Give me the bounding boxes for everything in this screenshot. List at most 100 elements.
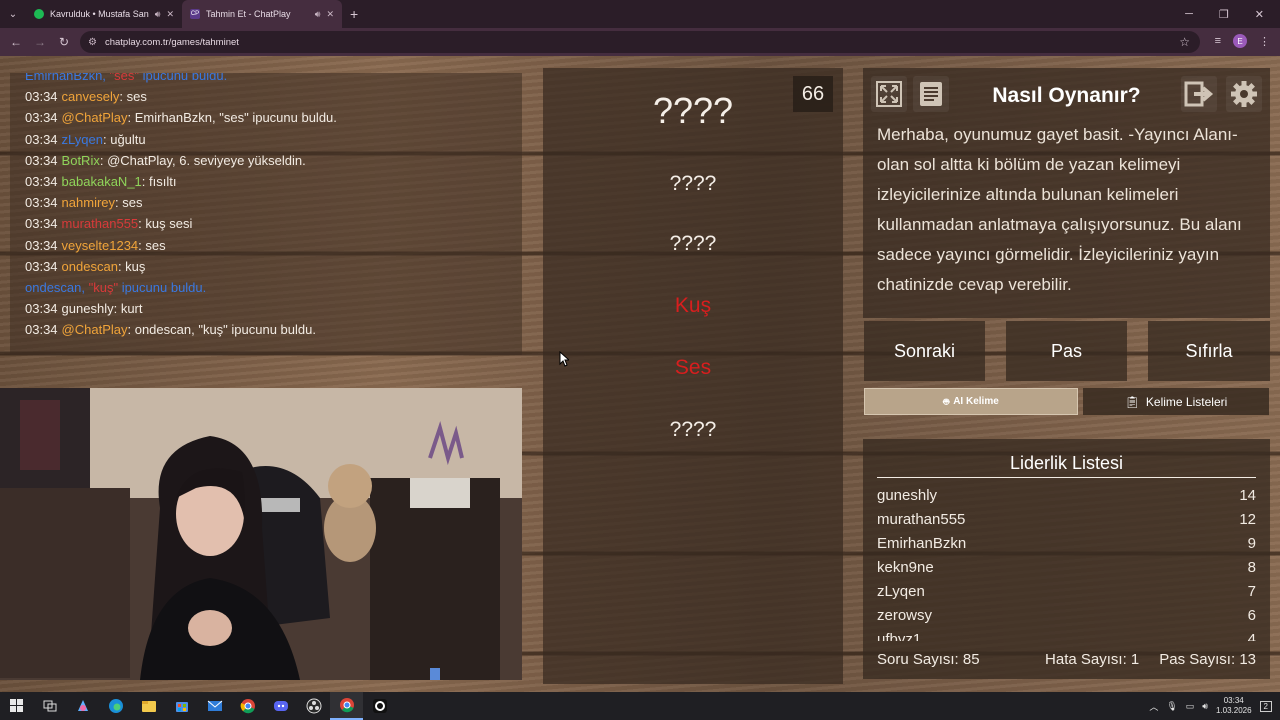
close-tab-icon[interactable]: ✕: [166, 9, 174, 20]
address-bar[interactable]: ⚙︎ chatplay.com.tr/games/tahminet ☆: [80, 31, 1200, 53]
speaker-icon[interactable]: 🔊︎: [315, 9, 321, 20]
word-panel: 66 ???????????? Kuş Ses????: [543, 68, 843, 684]
profile-avatar[interactable]: E: [1233, 34, 1247, 48]
next-button[interactable]: Sonraki: [864, 321, 985, 381]
edge-icon[interactable]: [99, 692, 132, 720]
leaderboard-list[interactable]: guneshly 14 murathan555 12 EmirhanBzkn 9 kekn9…: [863, 439, 1270, 641]
streaming-app-icon[interactable]: [363, 692, 396, 720]
reset-button[interactable]: Sıfırla: [1148, 321, 1270, 381]
copilot-icon[interactable]: [66, 692, 99, 720]
webcam-image: [0, 388, 522, 680]
exit-icon: [1184, 81, 1214, 107]
forward-icon[interactable]: →: [28, 35, 52, 49]
chat-message-text: : kuş: [117, 258, 146, 274]
player-score: 12: [1239, 511, 1256, 528]
network-icon[interactable]: ▭: [1186, 701, 1195, 712]
obs-icon[interactable]: [297, 692, 330, 720]
site-info-icon[interactable]: ⚙︎: [88, 37, 97, 48]
microphone-icon[interactable]: 🎙︎: [1166, 701, 1177, 712]
tab-title: Kavrulduk • Mustafa Sandal: [50, 9, 149, 19]
browser-toolbar: ← → ↻ ⚙︎ chatplay.com.tr/games/tahminet …: [0, 28, 1280, 56]
settings-button[interactable]: [1226, 76, 1262, 112]
chat-username[interactable]: BotRix: [62, 153, 100, 168]
chat-username[interactable]: EmirhanBzkn,: [25, 73, 106, 83]
discord-icon[interactable]: [264, 692, 297, 720]
chat-message-text: : ses: [115, 195, 143, 211]
menu-kebab-icon[interactable]: ⋮: [1259, 35, 1270, 48]
word-lists-button[interactable]: 📋︎ Kelime Listeleri: [1083, 388, 1269, 415]
player-score: 9: [1247, 535, 1256, 552]
back-icon[interactable]: ←: [4, 35, 28, 49]
window-controls: ─ ❐ ✕: [1185, 8, 1280, 21]
clock[interactable]: 03:34 1.03.2026: [1216, 696, 1252, 716]
tab-chatplay[interactable]: CP Tahmin Et - ChatPlay 🔊︎ ✕: [182, 0, 342, 28]
error-count: Hata Sayısı: 1: [1045, 651, 1140, 668]
leaderboard-row: murathan555 12: [877, 511, 1256, 533]
player-name: guneshly: [877, 487, 938, 504]
chat-username[interactable]: nahmirey: [62, 195, 115, 210]
player-score: 6: [1247, 607, 1256, 624]
tab-spotify[interactable]: Kavrulduk • Mustafa Sandal 🔊︎ ✕: [26, 0, 182, 28]
leaderboard-panel: Liderlik Listesi guneshly 14 murathan555 12…: [863, 439, 1270, 679]
chat-message-text: ipucunu buldu.: [121, 280, 207, 295]
chat-username[interactable]: guneshly: [62, 301, 114, 316]
player-name: zLyqen: [877, 583, 925, 600]
player-score: 14: [1239, 487, 1256, 504]
close-tab-icon[interactable]: ✕: [326, 9, 334, 20]
minimize-icon[interactable]: ─: [1185, 8, 1193, 21]
windows-logo-icon: [9, 699, 23, 712]
notification-icon[interactable]: 2: [1259, 700, 1272, 712]
chat-message-text: : kurt: [113, 301, 143, 317]
task-view-icon[interactable]: [33, 692, 66, 720]
leaderboard-row: zLyqen 7: [877, 583, 1256, 605]
stats-right: Hata Sayısı: 1 Pas Sayısı: 13: [1045, 651, 1256, 668]
chat-username[interactable]: ondescan,: [25, 280, 85, 295]
chrome-profile-icon[interactable]: [330, 692, 363, 720]
start-button[interactable]: [0, 692, 33, 720]
chat-message: 03:34 @ChatPlay: ondescan, "kuş" ipucunu …: [25, 322, 316, 337]
restore-icon[interactable]: ❐: [1219, 8, 1229, 21]
chat-timestamp: 03:34: [25, 131, 58, 147]
exit-button[interactable]: [1181, 76, 1217, 112]
store-icon[interactable]: [165, 692, 198, 720]
chat-timestamp: 03:34: [25, 110, 58, 126]
volume-icon[interactable]: 🔊︎: [1202, 701, 1208, 712]
chat-username[interactable]: veyselte1234: [62, 238, 139, 253]
chat-username[interactable]: zLyqen: [62, 132, 103, 147]
chat-timestamp: 03:34: [25, 258, 58, 274]
close-window-icon[interactable]: ✕: [1255, 8, 1264, 21]
leaderboard-row: guneshly 14: [877, 487, 1256, 509]
chat-username[interactable]: @ChatPlay: [62, 110, 128, 125]
chat-username[interactable]: canvesely: [62, 89, 120, 104]
game-stats: Soru Sayısı: 85 Hata Sayısı: 1 Pas Sayıs…: [877, 651, 1256, 668]
chat-message-text: "kuş": [85, 280, 122, 295]
reload-icon[interactable]: ↻: [52, 35, 76, 49]
chat-message: 03:34 nahmirey: ses: [25, 195, 142, 210]
media-control-icon[interactable]: ≡: [1215, 35, 1221, 47]
windows-taskbar: ︿ 🎙︎ ▭ 🔊︎ 03:34 1.03.2026 2: [0, 692, 1280, 720]
chat-message-text: : @ChatPlay, 6. seviyeye yükseldin.: [99, 152, 306, 168]
chat-username[interactable]: babakakaN_1: [62, 174, 142, 189]
chat-username[interactable]: murathan555: [62, 216, 139, 231]
chat-username[interactable]: ondescan: [62, 259, 118, 274]
pass-button[interactable]: Pas: [1006, 321, 1127, 381]
ai-word-button[interactable]: 🤖︎ AI Kelime: [864, 388, 1078, 415]
bookmark-star-icon[interactable]: ☆: [1179, 35, 1190, 49]
chat-message-text: : uğultu: [102, 131, 146, 147]
leaderboard-row: zerowsy 6: [877, 607, 1256, 629]
chat-message-text: ipucunu buldu.: [142, 73, 228, 83]
chat-message: 03:34 @ChatPlay: EmirhanBzkn, "ses" ipucu…: [25, 110, 337, 125]
file-explorer-icon[interactable]: [132, 692, 165, 720]
speaker-icon[interactable]: 🔊︎: [155, 9, 161, 20]
chat-username[interactable]: @ChatPlay: [62, 322, 128, 337]
chat-message: 03:34 canvesely: ses: [25, 89, 147, 104]
new-tab-button[interactable]: +: [342, 6, 366, 22]
chevron-up-icon[interactable]: ︿: [1149, 700, 1158, 713]
mail-icon[interactable]: [198, 692, 231, 720]
tab-title: Tahmin Et - ChatPlay: [206, 9, 291, 19]
chrome-icon[interactable]: [231, 692, 264, 720]
chat-message: 03:34 ondescan: kuş: [25, 259, 145, 274]
player-score: 7: [1247, 583, 1256, 600]
chat-timestamp: 03:34: [25, 195, 58, 211]
tab-search-icon[interactable]: ⌄: [0, 0, 26, 28]
